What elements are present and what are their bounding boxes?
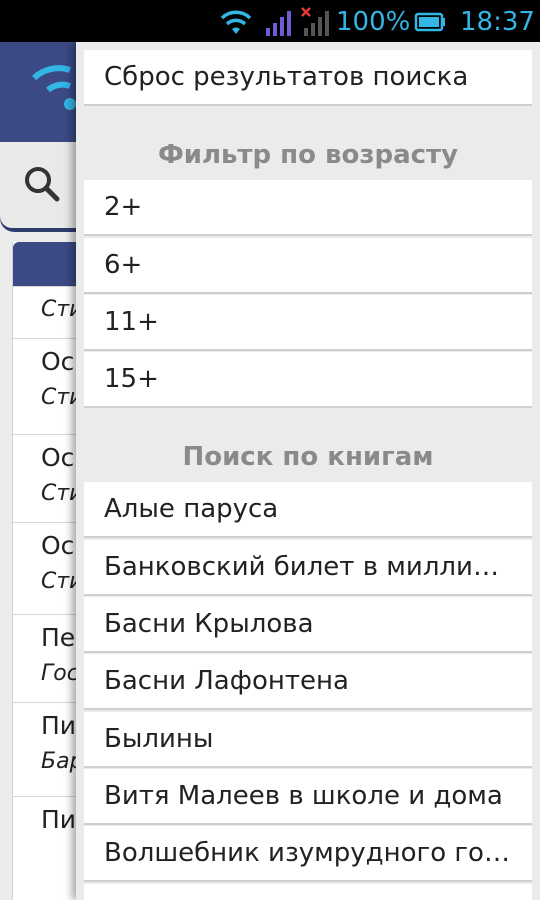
book-item[interactable]: Банковский билет в милли… xyxy=(84,540,532,596)
age-filter-15[interactable]: 15+ xyxy=(84,352,532,408)
age-filter-2[interactable]: 2+ xyxy=(84,180,532,236)
navigation-drawer: Сброс результатов поиска Фильтр по возра… xyxy=(76,42,540,900)
status-bar: 100% 18:37 xyxy=(0,0,540,42)
wifi-logo-icon xyxy=(31,65,76,110)
signal-icon xyxy=(266,11,291,36)
book-item-partial[interactable] xyxy=(84,884,532,900)
no-signal-icon xyxy=(301,7,329,36)
wifi-icon xyxy=(220,10,252,34)
age-filter-6[interactable]: 6+ xyxy=(84,238,532,294)
book-item[interactable]: Алые паруса xyxy=(84,482,532,538)
battery-icon xyxy=(414,12,445,32)
reset-search-item[interactable]: Сброс результатов поиска xyxy=(84,50,532,106)
age-filter-header: Фильтр по возрасту xyxy=(157,140,459,170)
age-filter-11[interactable]: 11+ xyxy=(84,295,532,351)
book-item[interactable]: Волшебник изумрудного го… xyxy=(84,826,532,882)
book-item[interactable]: Витя Малеев в школе и дома xyxy=(84,769,532,825)
book-item[interactable]: Былины xyxy=(84,712,532,768)
book-item[interactable]: Басни Лафонтена xyxy=(84,654,532,710)
books-search-header: Поиск по книгам xyxy=(182,442,434,472)
search-icon[interactable] xyxy=(22,164,62,204)
book-item[interactable]: Басни Крылова xyxy=(84,597,532,653)
clock: 18:37 xyxy=(460,7,535,37)
battery-percent: 100% xyxy=(336,7,411,37)
